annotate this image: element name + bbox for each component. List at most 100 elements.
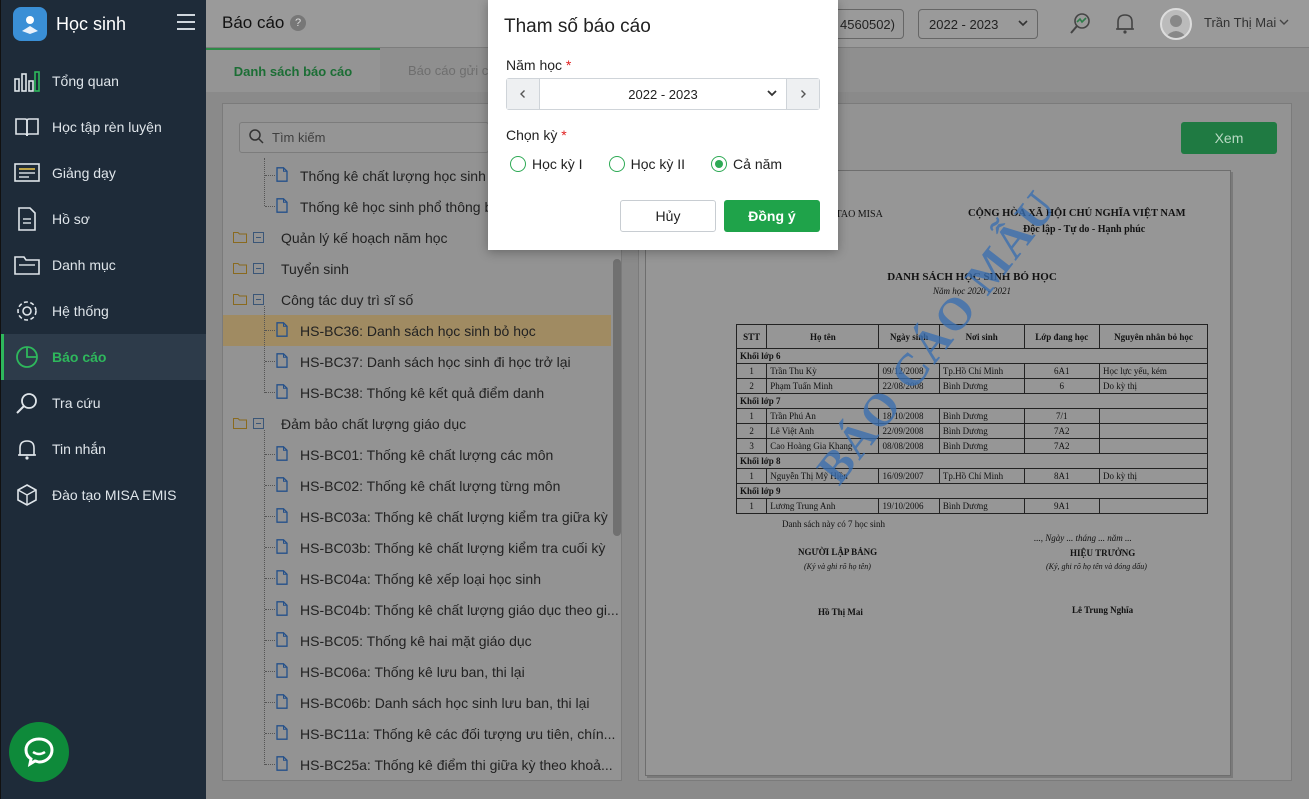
next-year-button[interactable] [787, 79, 819, 109]
school-year-picker: 2022 - 2023 [506, 78, 820, 110]
report-params-dialog: Tham số báo cáo Năm học * 2022 - 2023 Ch… [488, 0, 838, 250]
tree-report-item[interactable]: HS-BC02: Thống kê chất lượng từng môn [223, 470, 611, 501]
tree-report-item[interactable]: HS-BC06b: Danh sách học sinh lưu ban, th… [223, 687, 611, 718]
sidebar-item-reports[interactable]: Báo cáo [1, 334, 206, 380]
preview-table-header: Nguyên nhân bỏ học [1099, 324, 1208, 349]
preview-group-label: Khối lớp 6 [736, 348, 1208, 364]
report-file-icon [276, 600, 288, 619]
preview-table-row: 1 Trần Phú An 18/10/2008 Bình Dương 7/1 [735, 408, 1208, 424]
tree-folder[interactable]: Đảm bảo chất lượng giáo dục [223, 408, 611, 439]
sidebar-item-lookup[interactable]: Tra cứu [1, 380, 206, 426]
radio-term-2[interactable]: Học kỳ II [608, 156, 685, 172]
required-mark: * [565, 57, 572, 73]
avatar[interactable] [1160, 8, 1192, 40]
collapse-icon[interactable] [253, 232, 264, 243]
tree-folder-label: Tuyển sinh [281, 260, 349, 277]
collapse-icon[interactable] [253, 418, 264, 429]
tree-guide-line [265, 206, 275, 207]
user-name[interactable]: Trần Thị Mai [1204, 15, 1276, 30]
tree-folder[interactable]: Tuyển sinh [223, 253, 611, 284]
chevron-down-icon [766, 87, 778, 102]
tree-guide-line [265, 702, 275, 703]
sidebar-item-label: Giảng dạy [52, 165, 116, 181]
tree-report-label: HS-BC04a: Thống kê xếp loại học sinh [300, 570, 541, 587]
preview-table-cell: 1 [735, 498, 768, 514]
tab-report-list[interactable]: Danh sách báo cáo [206, 48, 380, 92]
tab-sent-reports[interactable]: Báo cáo gửi c [408, 48, 488, 92]
search-input[interactable] [272, 130, 472, 145]
pie-chart-icon [13, 343, 41, 371]
menu-toggle-icon[interactable] [177, 14, 195, 30]
chevron-down-icon[interactable] [1278, 15, 1290, 31]
view-button[interactable]: Xem [1181, 122, 1277, 154]
preview-table-header: Họ tên [766, 324, 880, 349]
term-label: Chọn kỳ * [506, 127, 567, 143]
preview-table-row: 1 Lương Trung Anh 19/10/2006 Bình Dương 9A1 [735, 498, 1208, 514]
radio-full-year[interactable]: Cả năm [711, 156, 782, 172]
tree-report-item[interactable]: HS-BC25a: Thống kê điểm thi giữa kỳ theo… [223, 749, 613, 780]
tree-report-item[interactable]: HS-BC01: Thống kê chất lượng các môn [223, 439, 611, 470]
report-file-icon [276, 662, 288, 681]
report-file-icon [276, 507, 288, 526]
search-icon [13, 389, 41, 417]
help-icon[interactable]: ? [290, 15, 306, 31]
preview-table-cell: Bình Dương [938, 438, 1025, 454]
search-box[interactable] [239, 122, 489, 153]
prev-year-button[interactable] [507, 79, 539, 109]
tree-report-item[interactable]: HS-BC06a: Thống kê lưu ban, thi lại [223, 656, 611, 687]
preview-signer2-name: Lê Trung Nghĩa [1072, 605, 1134, 615]
scrollbar[interactable] [613, 259, 621, 536]
activity-icon[interactable] [1068, 10, 1094, 36]
collapse-icon[interactable] [253, 294, 264, 305]
preview-date-line: ..., Ngày ... tháng ... năm ... [1034, 533, 1132, 543]
sidebar-item-catalog[interactable]: Danh mục [1, 242, 206, 288]
sidebar-item-training[interactable]: Đào tạo MISA EMIS [1, 472, 206, 518]
sidebar-item-profile[interactable]: Hồ sơ [1, 196, 206, 242]
tree-report-item[interactable]: HS-BC03a: Thống kê chất lượng kiểm tra g… [223, 501, 611, 532]
preview-table-cell: Bình Dương [938, 423, 1025, 439]
report-file-icon [276, 383, 288, 402]
sidebar-item-system[interactable]: Hệ thống [1, 288, 206, 334]
radio-term-1[interactable]: Học kỳ I [510, 156, 583, 172]
tree-guide-line [265, 609, 275, 610]
sidebar-item-messages[interactable]: Tin nhắn [1, 426, 206, 472]
preview-table-cell: 19/10/2006 [878, 498, 940, 514]
tree-guide-line [265, 578, 275, 579]
tree-report-item[interactable]: HS-BC11a: Thống kê các đối tượng ưu tiên… [223, 718, 615, 749]
preview-signer2-title: HIỆU TRƯỞNG [1070, 548, 1136, 558]
folder-icon [13, 251, 41, 279]
preview-table-cell [1099, 438, 1208, 454]
preview-table-cell: 7A2 [1023, 438, 1100, 454]
tree-report-item[interactable]: HS-BC04b: Thống kê chất lượng giáo dục t… [223, 594, 619, 625]
preview-table-cell: 7/1 [1023, 408, 1100, 424]
tree-report-item[interactable]: HS-BC05: Thống kê hai mặt giáo dục [223, 625, 611, 656]
tree-report-label: HS-BC04b: Thống kê chất lượng giáo dục t… [300, 601, 619, 618]
confirm-button[interactable]: Đồng ý [724, 200, 820, 232]
tree-report-item[interactable]: HS-BC03b: Thống kê chất lượng kiểm tra c… [223, 532, 611, 563]
year-label-text: Năm học [506, 57, 563, 73]
notification-bell-icon[interactable] [1112, 10, 1138, 36]
report-file-icon [276, 197, 288, 216]
tree-report-item[interactable]: HS-BC37: Danh sách học sinh đi học trở l… [223, 346, 611, 377]
preview-table-cell: Bình Dương [938, 378, 1025, 394]
collapse-icon[interactable] [253, 263, 264, 274]
tree-report-item[interactable]: HS-BC04a: Thống kê xếp loại học sinh [223, 563, 611, 594]
report-file-icon [276, 755, 288, 774]
sidebar-item-teaching[interactable]: Giảng dạy [1, 150, 206, 196]
tree-report-item[interactable]: HS-BC36: Danh sách học sinh bỏ học [223, 315, 611, 346]
app-logo-icon [13, 7, 47, 41]
year-selector[interactable]: 2022 - 2023 [918, 9, 1038, 39]
sidebar-item-study[interactable]: Học tập rèn luyện [1, 104, 206, 150]
tree-folder[interactable]: Công tác duy trì sĩ số [223, 284, 611, 315]
preview-group-label: Khối lớp 9 [736, 483, 1208, 499]
year-dropdown[interactable]: 2022 - 2023 [539, 79, 787, 109]
sidebar-item-overview[interactable]: Tổng quan [1, 58, 206, 104]
tree-guide-line [265, 485, 275, 486]
chat-button[interactable] [9, 722, 69, 782]
tree-report-item[interactable]: HS-BC38: Thống kê kết quả điểm danh [223, 377, 611, 408]
tree-report-label: Thống kê chất lượng học sinh T [300, 167, 499, 184]
preview-signer2-sub: (Ký, ghi rõ họ tên và đóng dấu) [1046, 562, 1147, 571]
folder-icon [233, 230, 247, 246]
tree-report-label: HS-BC03b: Thống kê chất lượng kiểm tra c… [300, 539, 606, 556]
cancel-button[interactable]: Hủy [620, 200, 716, 232]
